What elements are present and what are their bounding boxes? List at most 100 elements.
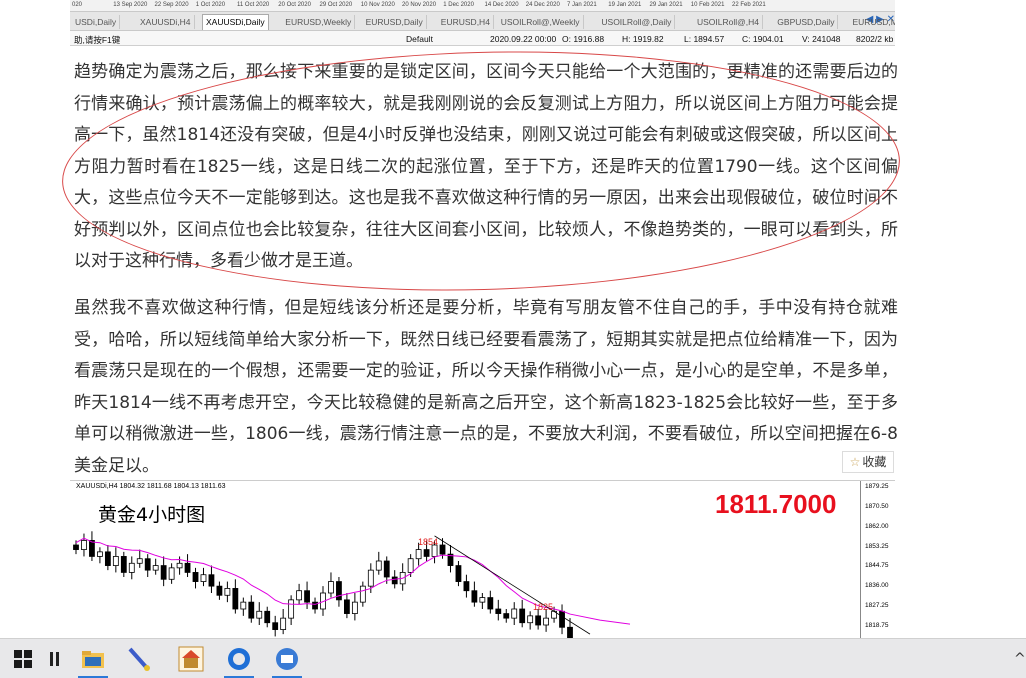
candle-body — [312, 601, 318, 610]
chart-tab-bar: ◀ ▶ ✕ USDi,Daily XAUUSDi,H4 XAUUSDi,Daily E… — [70, 11, 895, 31]
chevron-up-icon[interactable]: ^ — [1014, 651, 1026, 667]
status-open: O: 1916.88 — [562, 34, 605, 44]
candle-body — [471, 590, 478, 603]
candle-body — [304, 590, 310, 603]
candle-body — [120, 556, 127, 573]
mt4-window-strip: 020 13 Sep 2020 22 Sep 2020 1 Oct 2020 11 Oc… — [70, 0, 895, 46]
candle-body — [168, 567, 175, 580]
article-paragraph-2: 虽然我不喜欢做这种行情，但是短线该分析还是要分析，毕竟有写朋友管不住自己的手，手… — [74, 298, 898, 476]
chart-tab[interactable]: XAUUSDi,Daily — [202, 14, 269, 30]
price-tick: 1844.75 — [865, 562, 889, 570]
browser-icon — [228, 648, 250, 670]
candle-body — [535, 615, 542, 626]
folder-icon — [82, 651, 104, 668]
candle-body — [423, 549, 430, 557]
candle-body — [272, 622, 279, 630]
status-datetime: 2020.09.22 00:00 — [490, 34, 557, 44]
chart-tab[interactable]: USOILRoll@,Weekly — [498, 15, 584, 29]
status-volume: V: 241048 — [802, 34, 841, 44]
annotation-resistance: 1825 — [533, 602, 554, 612]
candle-body — [344, 599, 350, 614]
chart-tab[interactable]: EURUSD,M15 — [850, 15, 896, 29]
annotation-high: 1854 — [418, 537, 439, 547]
candle-body — [97, 551, 103, 557]
status-close: C: 1904.01 — [742, 34, 784, 44]
browser-app[interactable] — [216, 639, 262, 678]
candle-body — [407, 558, 414, 573]
chart-tab[interactable]: EURUSD,Weekly — [282, 15, 356, 29]
price-tick: 1862.00 — [865, 522, 889, 530]
screen: 020 13 Sep 2020 22 Sep 2020 1 Oct 2020 11 Oc… — [0, 0, 1026, 678]
candle-body — [224, 588, 231, 596]
price-tick: 1853.25 — [865, 542, 889, 550]
candle-body — [296, 590, 302, 601]
price-tick: 1870.50 — [865, 503, 889, 511]
candle-body — [81, 540, 87, 550]
trend-line — [434, 535, 591, 635]
candle-body — [89, 540, 95, 557]
candle-body — [495, 608, 502, 614]
date-tick: 29 Jan 2021 — [649, 2, 683, 8]
star-icon: ☆ — [849, 455, 861, 469]
file-explorer-app[interactable] — [70, 639, 116, 678]
chart-tab[interactable]: XAUUSDi,H4 — [137, 15, 195, 29]
candle-body — [391, 576, 398, 585]
candle-body — [543, 617, 549, 626]
candle-body — [73, 544, 79, 550]
date-tick: 11 Oct 2020 — [237, 2, 270, 8]
candle-body — [176, 562, 183, 569]
mail-app[interactable] — [264, 639, 310, 678]
chart-tab[interactable]: EURUSD,Daily — [363, 15, 427, 29]
date-tick: 1 Dec 2020 — [443, 2, 474, 8]
candle-body — [200, 574, 207, 582]
candle-body — [559, 610, 565, 628]
favorite-button[interactable]: ☆ 收藏 — [842, 451, 894, 473]
candle-body — [216, 585, 223, 596]
status-low: L: 1894.57 — [684, 34, 725, 44]
paintbrush-icon — [128, 647, 150, 671]
chart-tab[interactable]: USOILRoll@,Daily — [598, 15, 676, 29]
candle-body — [152, 565, 159, 571]
status-high: H: 1919.82 — [622, 34, 664, 44]
status-bar: 助,请按F1键 Default 2020.09.22 00:00 O: 1916… — [70, 31, 895, 45]
price-axis: 1879.25 1870.50 1862.00 1853.25 1844.75 1836.… — [860, 481, 895, 640]
date-tick: 19 Jan 2021 — [608, 2, 642, 8]
candle-body — [208, 574, 215, 587]
chart-tab[interactable]: USOILRoll@,H4 — [694, 15, 764, 29]
candle-body — [328, 581, 334, 594]
date-tick: 1 Oct 2020 — [195, 2, 226, 8]
price-tick: 1827.25 — [865, 602, 889, 610]
candle-body — [527, 615, 534, 624]
status-traffic: 8202/2 kb — [856, 34, 894, 44]
candle-body — [240, 601, 247, 610]
candle-body — [455, 565, 462, 582]
candle-body — [160, 565, 167, 580]
status-profile: Default — [406, 34, 433, 44]
date-tick: 20 Oct 2020 — [278, 2, 311, 8]
palace-icon — [178, 646, 204, 672]
favorite-label: 收藏 — [862, 455, 887, 469]
candle-body — [336, 581, 342, 601]
date-tick: 13 Sep 2020 — [113, 2, 148, 8]
candle-body — [256, 610, 263, 619]
price-tick: 1818.75 — [865, 621, 889, 629]
chart-title: 黄金4小时图 — [98, 504, 206, 526]
status-help: 助,请按F1键 — [74, 35, 121, 45]
gold-4h-chart: XAUUSDi,H4 1804.32 1811.68 1804.13 1811.… — [70, 480, 895, 640]
paint-app[interactable] — [116, 639, 162, 678]
chart-tab[interactable]: EURUSD,H4 — [438, 15, 494, 29]
date-tick: 020 — [72, 2, 83, 8]
date-tick: 7 Jan 2021 — [567, 2, 597, 8]
candle-body — [487, 597, 494, 610]
chart-tab[interactable]: USDi,Daily — [72, 15, 121, 29]
candle-body — [248, 601, 255, 619]
price-tick: 1879.25 — [865, 483, 889, 491]
candle-body — [383, 560, 390, 578]
task-view-icon — [50, 652, 59, 666]
candle-body — [232, 588, 239, 610]
windows-logo-icon — [14, 650, 32, 668]
candle-body — [511, 608, 518, 619]
candle-body — [128, 562, 135, 573]
palace-app[interactable] — [168, 639, 214, 678]
chart-tab[interactable]: GBPUSD,Daily — [774, 15, 839, 29]
